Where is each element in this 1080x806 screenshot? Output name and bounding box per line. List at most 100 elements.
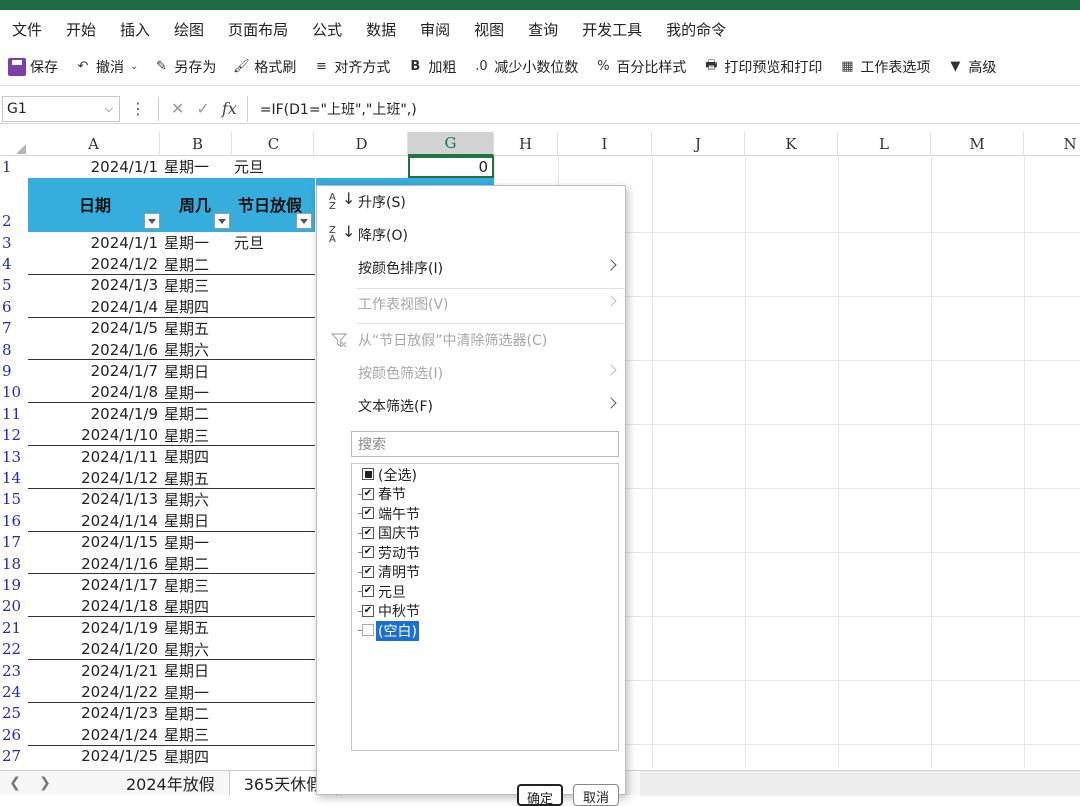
sheet-tab-2024[interactable]: 2024年放假	[112, 771, 229, 796]
holiday-cell[interactable]: 元旦	[234, 156, 314, 177]
weekday-cell[interactable]: 星期五	[164, 318, 232, 339]
date-cell[interactable]: 2024/1/2	[28, 253, 160, 274]
row-number[interactable]: 19	[0, 574, 28, 595]
row-number[interactable]: 7	[0, 318, 28, 339]
filter-option[interactable]: 中秋节	[352, 602, 618, 622]
holiday-cell[interactable]	[234, 275, 314, 296]
holiday-cell[interactable]	[234, 467, 314, 488]
weekday-cell[interactable]: 星期日	[164, 360, 232, 381]
weekday-cell[interactable]: 星期二	[164, 703, 232, 724]
date-cell[interactable]: 2024/1/5	[28, 318, 160, 339]
holiday-cell[interactable]	[234, 403, 314, 424]
text-filter-item[interactable]: 文本筛选(F)	[317, 392, 625, 420]
ribbon-tab[interactable]: 页面布局	[216, 19, 300, 40]
weekday-cell[interactable]: 星期三	[164, 425, 232, 446]
holiday-cell[interactable]	[234, 703, 314, 724]
date-cell[interactable]: 2024/1/24	[28, 724, 160, 745]
toolbar-button-print-preview[interactable]: 🖶 打印预览和打印	[694, 52, 830, 82]
toolbar-button-decrease-decimal[interactable]: .0 减少小数位数	[464, 52, 586, 82]
row-number[interactable]: 10	[0, 382, 28, 403]
column-header-d[interactable]: D	[316, 132, 408, 156]
row-number[interactable]: 15	[0, 489, 28, 510]
checkbox[interactable]	[362, 507, 374, 519]
checkbox[interactable]	[362, 624, 374, 636]
column-header-i[interactable]: I	[558, 132, 652, 156]
toolbar-button-percent[interactable]: % 百分比样式	[586, 52, 694, 82]
date-cell[interactable]: 2024/1/16	[28, 553, 160, 574]
weekday-cell[interactable]: 星期一	[164, 532, 232, 553]
row-number[interactable]: 3	[0, 232, 28, 253]
row-number[interactable]: 27	[0, 746, 28, 767]
ribbon-tab[interactable]: 绘图	[162, 19, 216, 40]
ribbon-tab[interactable]: 数据	[354, 19, 408, 40]
toolbar-button-save-as[interactable]: ✎ 另存为	[144, 52, 224, 82]
row-number[interactable]: 26	[0, 724, 28, 745]
weekday-cell[interactable]: 星期五	[164, 467, 232, 488]
ribbon-tab[interactable]: 我的命令	[654, 19, 738, 40]
holiday-cell[interactable]	[234, 318, 314, 339]
holiday-cell[interactable]	[234, 296, 314, 317]
ok-button[interactable]: 确定	[517, 784, 563, 806]
holiday-cell[interactable]	[234, 724, 314, 745]
row-number[interactable]: 8	[0, 339, 28, 360]
holiday-cell[interactable]	[234, 489, 314, 510]
checkbox[interactable]	[362, 526, 374, 539]
row-number[interactable]: 4	[0, 253, 28, 274]
row-number[interactable]: 12	[0, 425, 28, 446]
filter-option[interactable]: 春节	[352, 485, 618, 505]
weekday-cell[interactable]: 星期四	[164, 296, 232, 317]
ribbon-tab[interactable]: 文件	[0, 19, 54, 40]
weekday-cell[interactable]: 星期四	[164, 746, 232, 767]
next-sheet-icon[interactable]: ❯	[30, 775, 60, 791]
weekday-cell[interactable]: 星期五	[164, 617, 232, 638]
weekday-cell[interactable]: 星期四	[164, 596, 232, 617]
holiday-cell[interactable]	[234, 339, 314, 360]
row-number[interactable]: 9	[0, 360, 28, 381]
weekday-cell[interactable]: 星期日	[164, 510, 232, 531]
column-header-n[interactable]: N	[1024, 132, 1080, 156]
ribbon-tab[interactable]: 开发工具	[570, 19, 654, 40]
weekday-cell[interactable]: 星期一	[164, 156, 232, 177]
chevron-down-icon[interactable]: ⌵	[105, 102, 113, 116]
holiday-cell[interactable]	[234, 746, 314, 767]
row-number[interactable]: 14	[0, 467, 28, 488]
row-number[interactable]: 2	[0, 210, 28, 232]
row-number[interactable]: 22	[0, 639, 28, 660]
date-cell[interactable]: 2024/1/11	[28, 446, 160, 467]
holiday-cell[interactable]	[234, 639, 314, 660]
date-cell[interactable]: 2024/1/19	[28, 617, 160, 638]
column-header-l[interactable]: L	[838, 132, 931, 156]
filter-option[interactable]: 元旦	[352, 582, 618, 602]
holiday-cell[interactable]	[234, 360, 314, 381]
weekday-cell[interactable]: 星期三	[164, 574, 232, 595]
weekday-cell[interactable]: 星期六	[164, 639, 232, 660]
date-cell[interactable]: 2024/1/12	[28, 467, 160, 488]
confirm-icon[interactable]: ✓	[196, 99, 209, 118]
holiday-cell[interactable]	[234, 382, 314, 403]
row-number[interactable]: 5	[0, 275, 28, 296]
column-header-g[interactable]: G	[408, 132, 494, 156]
holiday-cell[interactable]	[234, 253, 314, 274]
date-cell[interactable]: 2024/1/20	[28, 639, 160, 660]
sort-by-color-item[interactable]: 按颜色排序(I)	[317, 254, 625, 282]
date-cell[interactable]: 2024/1/15	[28, 532, 160, 553]
filter-dropdown-icon[interactable]	[214, 213, 230, 229]
prev-sheet-icon[interactable]: ❮	[0, 775, 30, 791]
holiday-cell[interactable]: 元旦	[234, 232, 314, 253]
selected-cell-g1[interactable]: 0	[408, 156, 494, 178]
toolbar-button-undo[interactable]: ↶ 撤消	[66, 52, 132, 82]
date-cell[interactable]: 2024/1/1	[28, 156, 160, 177]
row-number[interactable]: 21	[0, 617, 28, 638]
toolbar-button-align[interactable]: ≡ 对齐方式	[304, 52, 398, 82]
column-header-k[interactable]: K	[745, 132, 838, 156]
column-header-a[interactable]: A	[28, 132, 160, 156]
holiday-cell[interactable]	[234, 681, 314, 702]
horizontal-scrollbar[interactable]	[640, 770, 1080, 796]
checkbox[interactable]	[362, 487, 374, 500]
name-box[interactable]: G1 ⌵	[2, 95, 120, 122]
weekday-cell[interactable]: 星期一	[164, 232, 232, 253]
weekday-cell[interactable]: 星期日	[164, 660, 232, 681]
date-cell[interactable]: 2024/1/21	[28, 660, 160, 681]
weekday-cell[interactable]: 星期二	[164, 403, 232, 424]
column-header-h[interactable]: H	[494, 132, 558, 156]
